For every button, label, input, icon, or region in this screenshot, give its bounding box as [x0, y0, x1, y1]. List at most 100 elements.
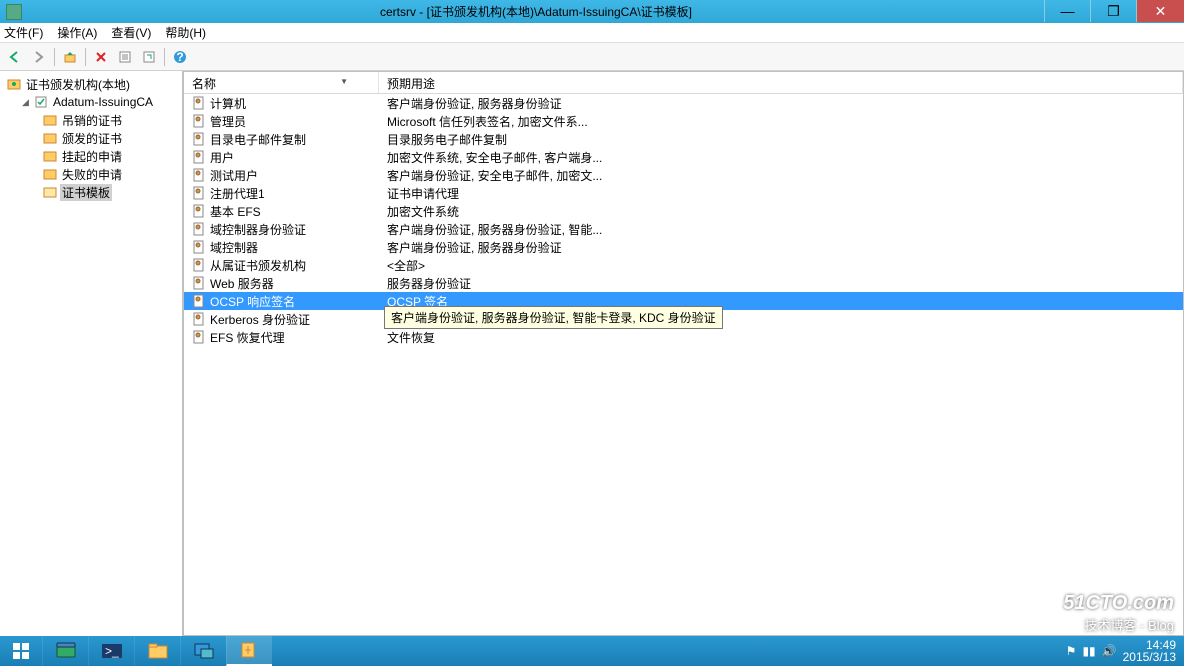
template-icon — [192, 258, 206, 272]
column-name[interactable]: 名称 — [184, 72, 379, 93]
row-name-text: 域控制器身份验证 — [210, 221, 306, 238]
tree-node-failed[interactable]: 失败的申请 — [0, 165, 182, 183]
list-pane: 名称 预期用途 计算机客户端身份验证, 服务器身份验证管理员Microsoft … — [183, 71, 1184, 636]
template-icon — [192, 168, 206, 182]
row-name-text: 域控制器 — [210, 239, 258, 256]
menu-help[interactable]: 帮助(H) — [165, 24, 206, 41]
maximize-button[interactable]: ❐ — [1090, 0, 1136, 22]
start-button[interactable] — [0, 636, 42, 666]
tree-node-templates[interactable]: 证书模板 — [0, 183, 182, 201]
taskbar-server-manager[interactable] — [42, 636, 88, 666]
svg-text:>_: >_ — [105, 644, 119, 658]
help-button[interactable]: ? — [169, 46, 191, 68]
tree-node-revoked[interactable]: 吊销的证书 — [0, 111, 182, 129]
window-buttons: ― ❐ ✕ — [1044, 0, 1184, 23]
list-row[interactable]: 域控制器身份验证 客户端身份验证, 服务器身份验证, 智能... — [184, 220, 1183, 238]
tray-volume-icon[interactable]: 🔊 — [1102, 644, 1117, 658]
list-row[interactable]: 基本 EFS加密文件系统 — [184, 202, 1183, 220]
tray-date: 2015/3/13 — [1123, 651, 1176, 663]
cell-purpose: 文件恢复 — [379, 329, 1183, 346]
cell-name: EFS 恢复代理 — [184, 329, 379, 346]
cell-purpose: 服务器身份验证 — [379, 275, 1183, 292]
cell-name: 基本 EFS — [184, 203, 379, 220]
list-row[interactable]: 域控制器客户端身份验证, 服务器身份验证 — [184, 238, 1183, 256]
list-row[interactable]: 目录电子邮件复制目录服务电子邮件复制 — [184, 130, 1183, 148]
tooltip: 客户端身份验证, 服务器身份验证, 智能卡登录, KDC 身份验证 — [384, 306, 723, 329]
template-icon — [192, 330, 206, 344]
row-name-text: 用户 — [210, 149, 234, 166]
row-name-text: Web 服务器 — [210, 275, 274, 292]
toolbar-separator — [85, 48, 86, 66]
cell-name: 测试用户 — [184, 167, 379, 184]
svg-text:?: ? — [176, 50, 183, 64]
row-name-text: EFS 恢复代理 — [210, 329, 285, 346]
tree-ca[interactable]: ◢ Adatum-IssuingCA — [0, 93, 182, 111]
list-row[interactable]: 管理员Microsoft 信任列表签名, 加密文件系... — [184, 112, 1183, 130]
title-bar: certsrv - [证书颁发机构(本地)\Adatum-IssuingCA\证… — [0, 0, 1184, 23]
list-row[interactable]: 测试用户 客户端身份验证, 安全电子邮件, 加密文... — [184, 166, 1183, 184]
delete-button[interactable] — [90, 46, 112, 68]
cell-name: 用户 — [184, 149, 379, 166]
menu-action[interactable]: 操作(A) — [57, 24, 97, 41]
menu-bar: 文件(F) 操作(A) 查看(V) 帮助(H) — [0, 23, 1184, 43]
template-icon — [192, 114, 206, 128]
tree-pane[interactable]: 证书颁发机构(本地) ◢ Adatum-IssuingCA 吊销的证书 颁发的证… — [0, 71, 183, 636]
template-icon — [192, 186, 206, 200]
row-name-text: 测试用户 — [210, 167, 258, 184]
up-button[interactable] — [59, 46, 81, 68]
tray-clock[interactable]: 14:49 2015/3/13 — [1123, 639, 1176, 663]
template-icon — [192, 204, 206, 218]
cell-name: 域控制器 — [184, 239, 379, 256]
row-name-text: 计算机 — [210, 95, 246, 112]
taskbar-powershell[interactable]: >_ — [88, 636, 134, 666]
template-icon — [192, 222, 206, 236]
list-row[interactable]: 用户加密文件系统, 安全电子邮件, 客户端身... — [184, 148, 1183, 166]
minimize-button[interactable]: ― — [1044, 0, 1090, 22]
tree-node-issued[interactable]: 颁发的证书 — [0, 129, 182, 147]
close-button[interactable]: ✕ — [1136, 0, 1184, 22]
cell-name: 计算机 — [184, 95, 379, 112]
cell-purpose: 客户端身份验证, 服务器身份验证, 智能... — [379, 221, 1183, 238]
tray-flag-icon[interactable]: ⚑ — [1066, 644, 1077, 658]
cell-purpose: 客户端身份验证, 安全电子邮件, 加密文... — [379, 167, 1183, 184]
list-row[interactable]: 计算机客户端身份验证, 服务器身份验证 — [184, 94, 1183, 112]
taskbar: >_ ⚑ ▮▮ 🔊 14:49 2015/3/13 — [0, 636, 1184, 666]
folder-icon — [42, 131, 58, 145]
forward-button[interactable] — [28, 46, 50, 68]
list-row[interactable]: 从属证书颁发机构<全部> — [184, 256, 1183, 274]
cell-name: 管理员 — [184, 113, 379, 130]
list-row[interactable]: EFS 恢复代理 文件恢复 — [184, 328, 1183, 346]
tree-node-label: 证书模板 — [60, 184, 112, 201]
cert-authority-icon — [6, 77, 22, 91]
tray-network-icon[interactable]: ▮▮ — [1082, 644, 1095, 658]
template-icon — [192, 240, 206, 254]
taskbar-mstsc[interactable] — [180, 636, 226, 666]
row-name-text: 从属证书颁发机构 — [210, 257, 306, 274]
back-button[interactable] — [4, 46, 26, 68]
row-name-text: 管理员 — [210, 113, 246, 130]
cell-name: 目录电子邮件复制 — [184, 131, 379, 148]
tree-node-pending[interactable]: 挂起的申请 — [0, 147, 182, 165]
menu-file[interactable]: 文件(F) — [4, 24, 43, 41]
list-row[interactable]: Web 服务器 服务器身份验证 — [184, 274, 1183, 292]
template-icon — [192, 276, 206, 290]
cell-name: 注册代理1 — [184, 185, 379, 202]
properties-button[interactable] — [114, 46, 136, 68]
tree-root[interactable]: 证书颁发机构(本地) — [0, 75, 182, 93]
main-area: 证书颁发机构(本地) ◢ Adatum-IssuingCA 吊销的证书 颁发的证… — [0, 71, 1184, 636]
list-body[interactable]: 计算机客户端身份验证, 服务器身份验证管理员Microsoft 信任列表签名, … — [184, 94, 1183, 635]
refresh-button[interactable] — [138, 46, 160, 68]
taskbar-certsrv[interactable] — [226, 636, 272, 666]
collapse-icon[interactable]: ◢ — [20, 97, 31, 108]
menu-view[interactable]: 查看(V) — [111, 24, 151, 41]
row-name-text: Kerberos 身份验证 — [210, 311, 310, 328]
row-name-text: 注册代理1 — [210, 185, 265, 202]
column-purpose[interactable]: 预期用途 — [379, 72, 1183, 93]
list-row[interactable]: 注册代理1证书申请代理 — [184, 184, 1183, 202]
tree-node-label: 失败的申请 — [60, 166, 124, 183]
window-title: certsrv - [证书颁发机构(本地)\Adatum-IssuingCA\证… — [28, 3, 1044, 20]
ca-icon — [33, 95, 49, 109]
taskbar-explorer[interactable] — [134, 636, 180, 666]
template-icon — [192, 312, 206, 326]
toolbar-separator — [164, 48, 165, 66]
